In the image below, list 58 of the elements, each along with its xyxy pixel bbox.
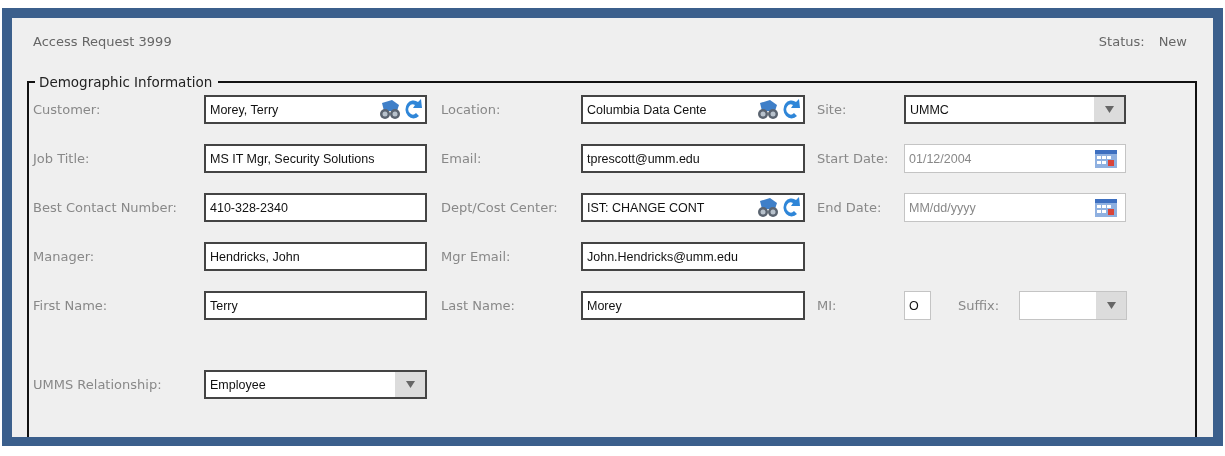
field-label: Job Title:	[33, 151, 91, 166]
field-label: End Date:	[817, 200, 883, 215]
field-label: Start Date:	[817, 151, 890, 166]
field-value: MS IT Mgr, Security Solutions	[209, 151, 376, 166]
input-field[interactable]: tprescott@umm.edu	[581, 144, 805, 173]
field-value: Morey	[586, 298, 623, 313]
field-value: Columbia Data Cente	[586, 102, 708, 117]
caret-icon	[1104, 106, 1114, 113]
field-value: Terry	[209, 298, 239, 313]
dropdown[interactable]: Employee	[204, 370, 427, 399]
field-value: Employee	[209, 377, 267, 392]
lookup-field[interactable]: IST: CHANGE CONT	[581, 193, 805, 222]
field-value: UMMC	[909, 102, 950, 117]
field-label: Customer:	[33, 102, 102, 117]
field-label: Last Name:	[441, 298, 516, 313]
binoculars-icon[interactable]	[756, 98, 780, 121]
request-title: Access Request 3999	[33, 34, 172, 51]
binoculars-icon[interactable]	[756, 196, 780, 219]
caret-icon	[405, 381, 415, 388]
field-value: O	[908, 298, 920, 313]
input-field[interactable]: Morey	[581, 291, 805, 320]
field-value: IST: CHANGE CONT	[586, 200, 706, 215]
lookup-field[interactable]: Morey, Terry	[204, 95, 427, 124]
field-label: UMMS Relationship:	[33, 377, 163, 392]
initial-field[interactable]: O	[904, 291, 931, 320]
field-label: MI:	[817, 298, 838, 313]
date-field[interactable]: 01/12/2004	[904, 144, 1126, 173]
field-label: Location:	[441, 102, 502, 117]
status-label: Status:	[1098, 34, 1145, 51]
caret-icon	[1106, 302, 1116, 309]
field-label: Manager:	[33, 249, 96, 264]
binoculars-icon[interactable]	[378, 98, 402, 121]
field-value: Hendricks, John	[209, 249, 301, 264]
field-label: Mgr Email:	[441, 249, 512, 264]
field-value: tprescott@umm.edu	[586, 151, 701, 166]
dropdown[interactable]: UMMC	[904, 95, 1126, 124]
calendar-icon[interactable]	[1095, 149, 1117, 168]
field-value: Morey, Terry	[209, 102, 280, 117]
field-label: Suffix:	[958, 298, 1001, 313]
input-field[interactable]: John.Hendricks@umm.edu	[581, 242, 805, 271]
input-field[interactable]: MS IT Mgr, Security Solutions	[204, 144, 427, 173]
calendar-icon[interactable]	[1095, 198, 1117, 217]
input-field[interactable]: 410-328-2340	[204, 193, 427, 222]
field-value: 01/12/2004	[908, 151, 973, 166]
field-label: Email:	[441, 151, 483, 166]
input-field[interactable]: Terry	[204, 291, 427, 320]
placeholder-text: MM/dd/yyyy	[908, 200, 977, 215]
field-label: Best Contact Number:	[33, 200, 178, 215]
section-legend: Demographic Information	[35, 74, 219, 90]
field-value: John.Hendricks@umm.edu	[586, 249, 739, 264]
input-field[interactable]: Hendricks, John	[204, 242, 427, 271]
field-label: First Name:	[33, 298, 109, 313]
status-value: New	[1158, 34, 1187, 51]
date-field[interactable]: MM/dd/yyyy	[904, 193, 1126, 222]
field-value: 410-328-2340	[209, 200, 289, 215]
lookup-field[interactable]: Columbia Data Cente	[581, 95, 805, 124]
field-label: Site:	[817, 102, 848, 117]
field-label: Dept/Cost Center:	[441, 200, 559, 215]
